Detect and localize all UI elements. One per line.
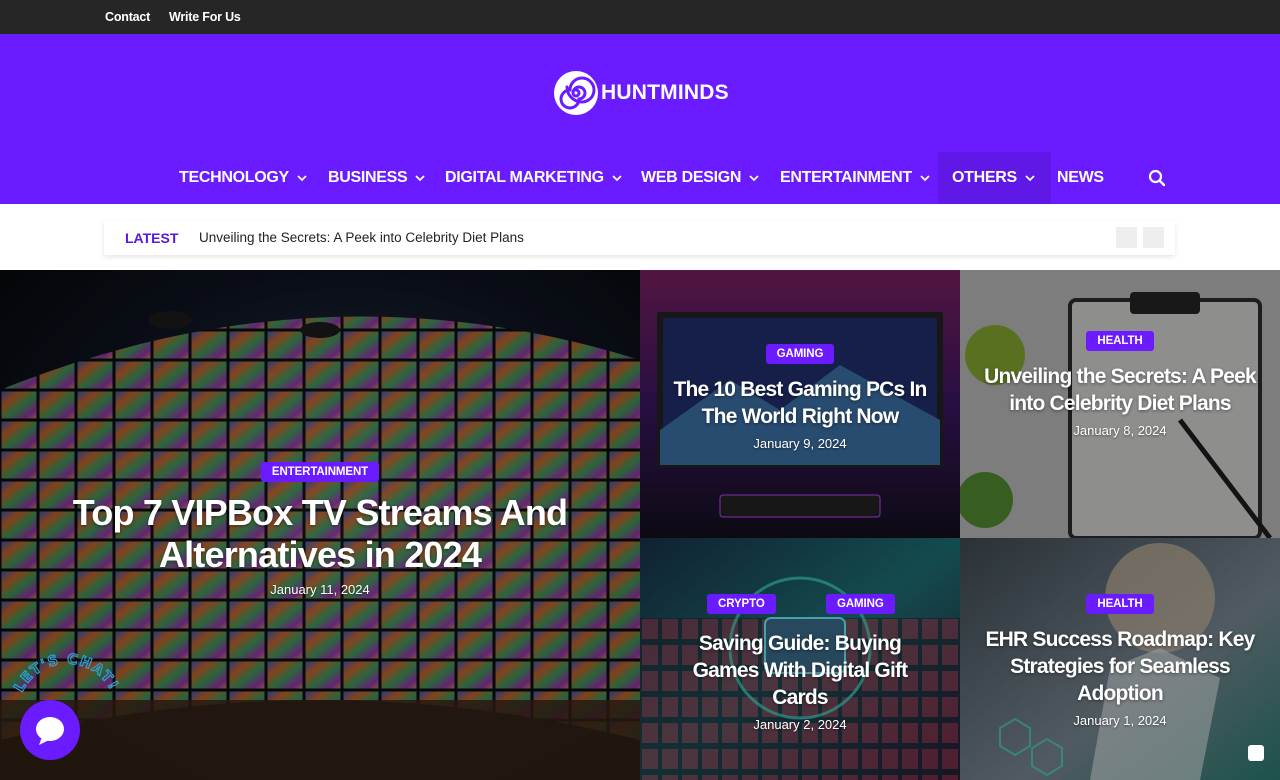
nav-label: WEB DESIGN [641, 169, 742, 186]
nav-entertainment[interactable]: ENTERTAINMENT [780, 152, 932, 204]
ticker-prev-button[interactable] [1116, 227, 1137, 248]
post-title[interactable]: EHR Success Roadmap: Key Strategies for … [974, 626, 1266, 707]
main-nav: TECHNOLOGY BUSINESS DIGITAL MARKETING WE… [0, 152, 1280, 204]
featured-posts-grid: ENTERTAINMENT Top 7 VIPBox TV Streams An… [0, 270, 1280, 780]
ticker-label: LATEST [125, 230, 179, 246]
nav-others[interactable]: OTHERS [938, 152, 1051, 204]
post-card[interactable]: CRYPTO GAMING Saving Guide: Buying Games… [640, 538, 960, 780]
post-date: January 2, 2024 [753, 717, 847, 732]
post-caption: GAMING The 10 Best Gaming PCs In The Wor… [640, 344, 960, 451]
nav-news[interactable]: NEWS [1057, 152, 1104, 204]
post-title[interactable]: Saving Guide: Buying Games With Digital … [640, 630, 960, 711]
chat-label-text: LET'S CHAT! [12, 653, 121, 695]
category-badge[interactable]: GAMING [765, 344, 835, 364]
post-caption: ENTERTAINMENT Top 7 VIPBox TV Streams An… [0, 462, 640, 597]
chat-bubble-icon [36, 717, 64, 745]
ticker-headline[interactable]: Unveiling the Secrets: A Peek into Celeb… [199, 230, 524, 245]
chevron-down-icon [920, 175, 930, 182]
widget-toggle-button[interactable] [1248, 745, 1264, 761]
post-title[interactable]: Unveiling the Secrets: A Peek into Celeb… [984, 363, 1256, 417]
post-title[interactable]: The 10 Best Gaming PCs In The World Righ… [656, 376, 944, 430]
post-caption: HEALTH EHR Success Roadmap: Key Strategi… [960, 594, 1280, 728]
nav-label: ENTERTAINMENT [780, 169, 912, 186]
logo-text: HUNTMINDS [601, 81, 729, 104]
site-logo[interactable]: HUNTMINDS [553, 70, 729, 116]
nav-business[interactable]: BUSINESS [328, 152, 427, 204]
post-card[interactable]: HEALTH Unveiling the Secrets: A Peek int… [960, 270, 1280, 538]
chevron-down-icon [415, 175, 426, 182]
category-badge[interactable]: HEALTH [1086, 594, 1154, 614]
site-header: HUNTMINDS TECHNOLOGY BUSINESS DIGITAL MA… [0, 34, 1280, 204]
nav-web-design[interactable]: WEB DESIGN [641, 152, 761, 204]
post-card[interactable]: HEALTH EHR Success Roadmap: Key Strategi… [960, 538, 1280, 780]
nav-label: BUSINESS [328, 169, 408, 186]
post-date: January 1, 2024 [1073, 713, 1167, 728]
chevron-down-icon [297, 175, 307, 182]
contact-link[interactable]: Contact [105, 10, 150, 24]
post-caption: CRYPTO GAMING Saving Guide: Buying Games… [640, 594, 960, 732]
post-date: January 11, 2024 [270, 582, 370, 597]
category-badges: CRYPTO GAMING [640, 594, 960, 618]
chevron-down-icon [1025, 175, 1035, 182]
nav-technology[interactable]: TECHNOLOGY [179, 152, 309, 204]
chat-button[interactable] [20, 700, 80, 760]
top-bar: Contact Write For Us [0, 0, 1280, 34]
category-badge[interactable]: GAMING [826, 594, 895, 614]
chevron-down-icon [749, 175, 759, 182]
post-caption: HEALTH Unveiling the Secrets: A Peek int… [960, 331, 1280, 438]
nav-label: DIGITAL MARKETING [445, 169, 604, 186]
write-for-us-link[interactable]: Write For Us [169, 10, 241, 24]
category-badge[interactable]: HEALTH [1086, 331, 1154, 351]
search-icon[interactable] [1148, 169, 1166, 187]
nav-label: TECHNOLOGY [179, 169, 289, 186]
nav-label: OTHERS [952, 169, 1017, 186]
post-card[interactable]: GAMING The 10 Best Gaming PCs In The Wor… [640, 270, 960, 538]
svg-text:LET'S CHAT!: LET'S CHAT! [12, 653, 122, 695]
category-badge[interactable]: ENTERTAINMENT [260, 462, 380, 482]
nav-digital-marketing[interactable]: DIGITAL MARKETING [445, 152, 624, 204]
spiral-logo-icon [554, 71, 598, 115]
post-date: January 9, 2024 [753, 436, 847, 451]
latest-ticker: LATEST Unveiling the Secrets: A Peek int… [104, 221, 1175, 255]
post-title[interactable]: Top 7 VIPBox TV Streams And Alternatives… [40, 492, 600, 576]
category-badge[interactable]: CRYPTO [707, 594, 776, 614]
nav-label: NEWS [1057, 169, 1104, 186]
ticker-next-button[interactable] [1143, 227, 1164, 248]
chevron-down-icon [612, 175, 622, 182]
post-date: January 8, 2024 [1073, 423, 1167, 438]
